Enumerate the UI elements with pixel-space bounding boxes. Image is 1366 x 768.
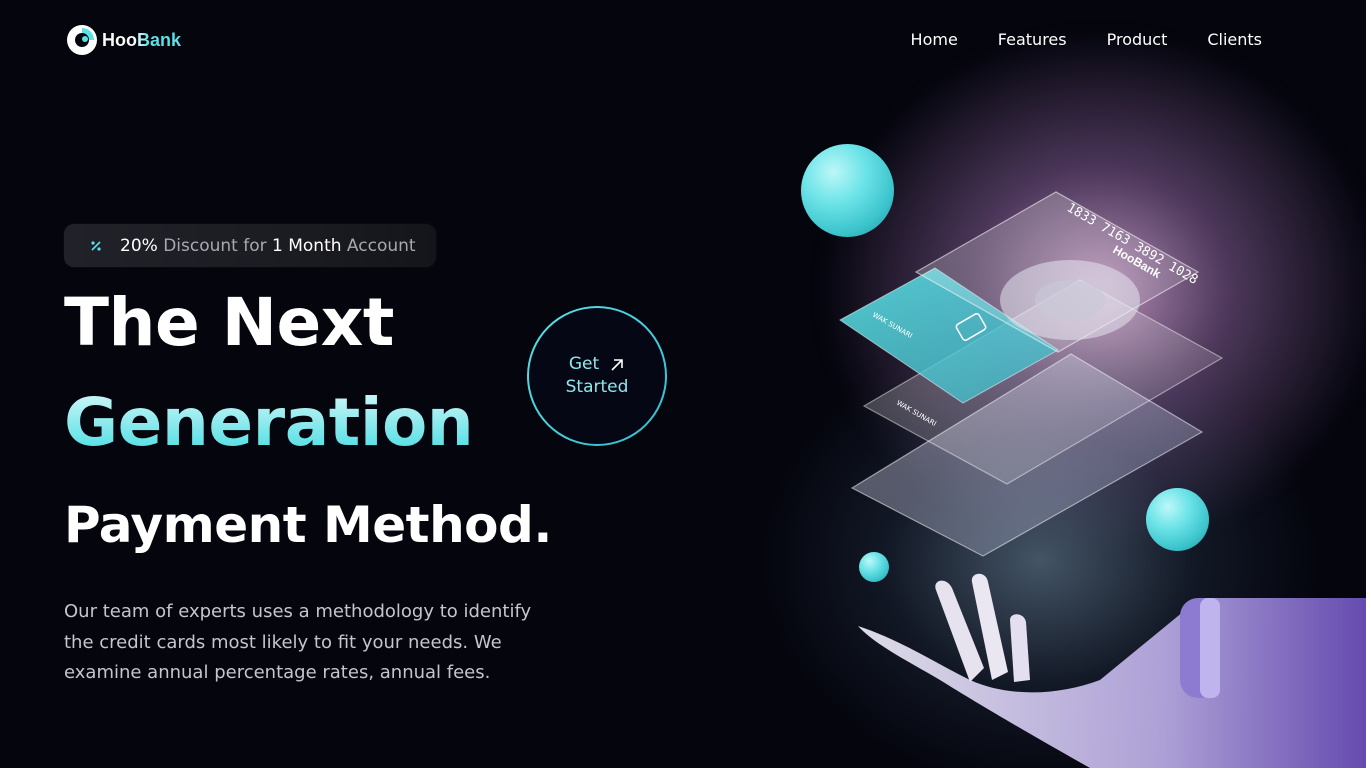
hero-title-line-2: Generation xyxy=(64,384,474,461)
discount-icon xyxy=(91,240,101,251)
cards-stack-image: 1833 7163 3892 1028 HooBank WAK SUNARI W… xyxy=(839,191,1366,768)
discount-duration: 1 Month xyxy=(272,235,342,256)
main-nav: Home Features Product Clients xyxy=(911,30,1262,50)
brand-logo[interactable]: HooBank xyxy=(66,24,181,56)
discount-badge: 20% Discount for 1 Month Account xyxy=(64,224,436,267)
get-started-label-1: Get xyxy=(568,354,600,374)
hero-title-line-3: Payment Method. xyxy=(64,496,552,554)
hero-page: HooBank Home Features Product Clients 20… xyxy=(0,0,1366,768)
brand-name: HooBank xyxy=(102,29,182,50)
discount-percent: 20% xyxy=(120,235,158,256)
nav-link-product[interactable]: Product xyxy=(1107,30,1168,50)
discount-tail: Account xyxy=(341,235,416,256)
get-started-button[interactable]: Get Started xyxy=(527,306,667,446)
hero-title-line-1: The Next xyxy=(64,284,394,361)
discount-text: 20% Discount for 1 Month Account xyxy=(120,236,416,256)
hoobank-logo-icon xyxy=(67,25,97,55)
hero-illustration: 1833 7163 3892 1028 HooBank WAK SUNARI W… xyxy=(760,120,1366,768)
hero-description: Our team of experts uses a methodology t… xyxy=(64,601,532,683)
nav-link-clients[interactable]: Clients xyxy=(1207,30,1262,50)
discount-mid: Discount for xyxy=(157,235,273,256)
nav-link-features[interactable]: Features xyxy=(998,30,1067,50)
get-started-label-2: Started xyxy=(565,377,629,397)
arrow-up-right-icon xyxy=(611,358,623,371)
nav-link-home[interactable]: Home xyxy=(911,30,958,50)
